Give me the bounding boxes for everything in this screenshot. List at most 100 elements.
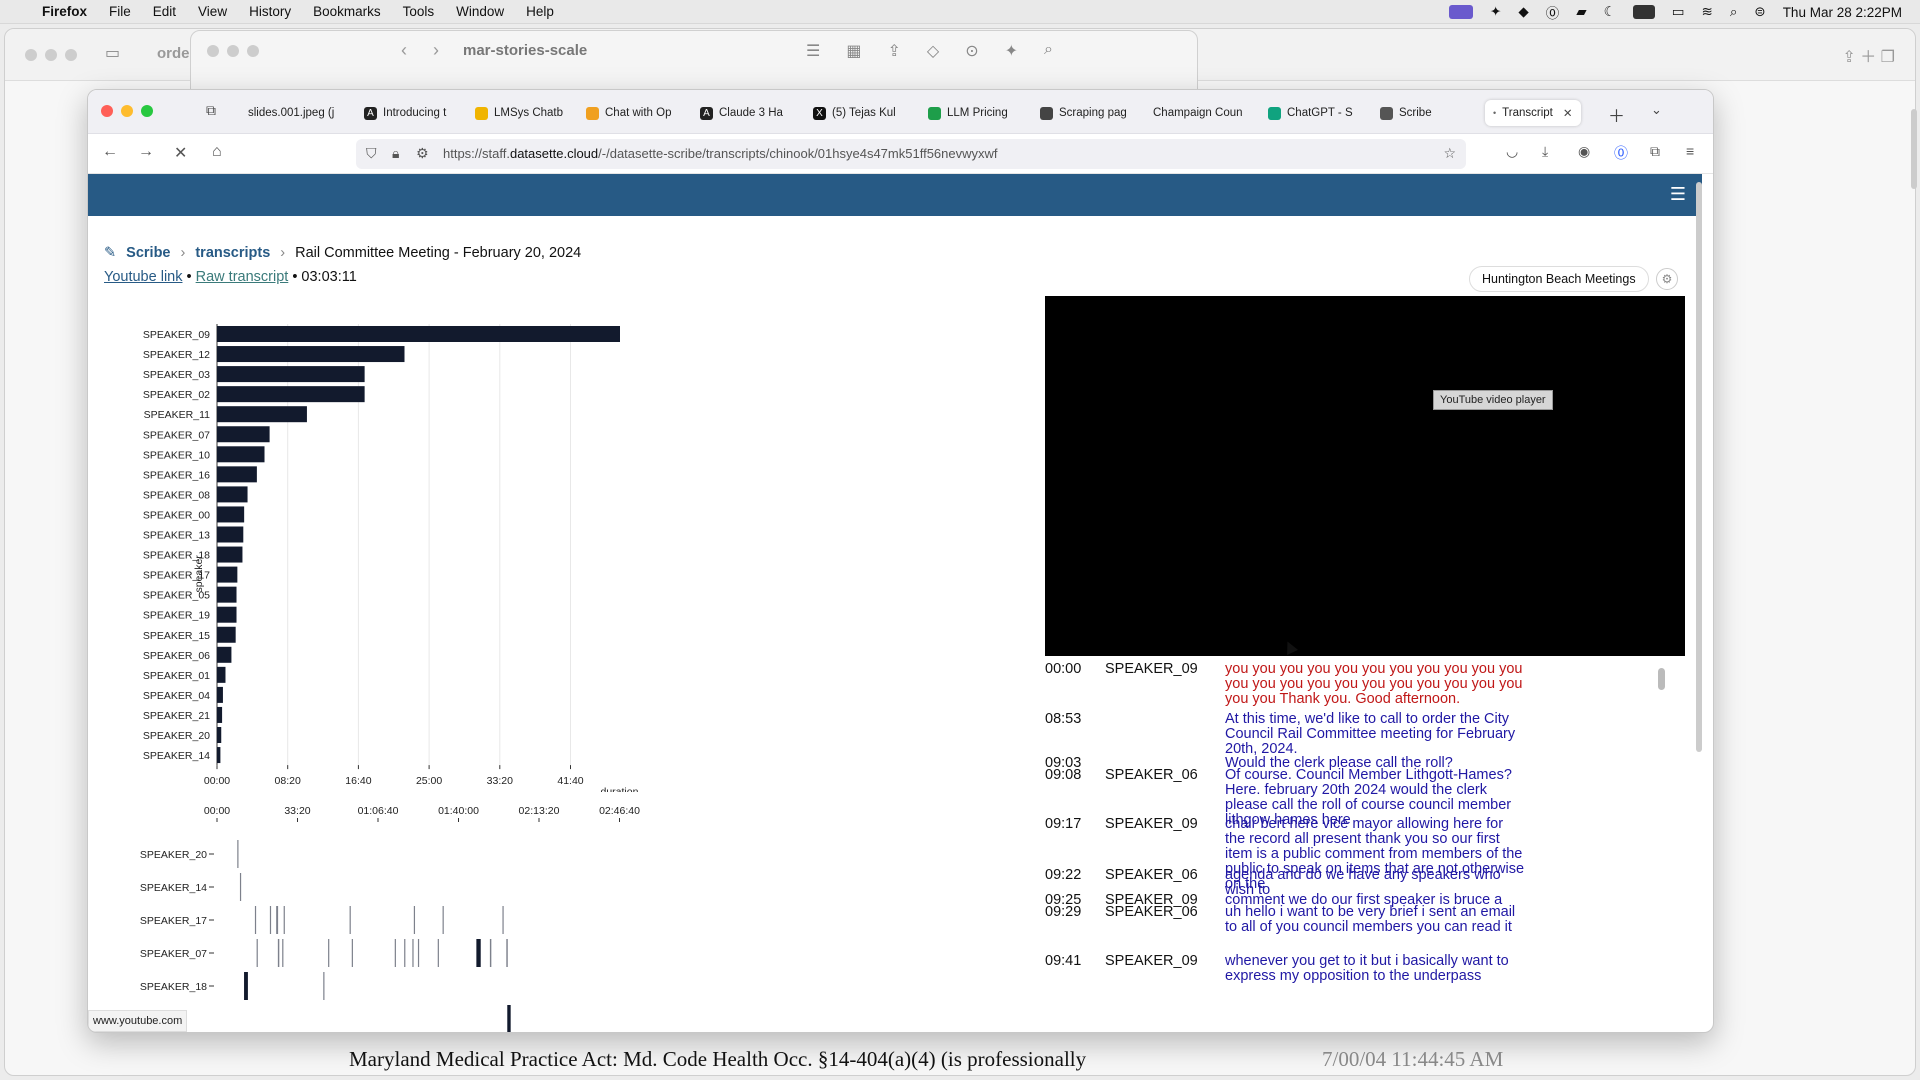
pocket-icon[interactable]: ◡ [1506,143,1518,160]
x-tick-label: 16:40 [345,775,371,787]
bg-minimize-button[interactable] [45,49,57,61]
dropbox-icon[interactable]: ✦ [1005,41,1018,61]
transcript-time[interactable]: 08:53 [1045,712,1105,757]
clock[interactable]: Thu Mar 28 2:22PM [1783,5,1902,20]
permissions-icon[interactable]: ⚙ [416,145,429,162]
tab-transcript[interactable]: • Transcript ✕ [1485,100,1581,126]
menu-app-name[interactable]: Firefox [42,4,87,19]
dropbox-icon[interactable]: ✦ [1490,4,1501,20]
speaker-timeline-chart: 00:00 33:20 01:06:40 01:40:00 02:13:20 02:46:… [140,805,640,1032]
finder-zoom-button[interactable] [247,45,259,57]
tab-llm-pricing[interactable]: LLM Pricing [928,100,1018,126]
control-center-icon[interactable]: ⊜ [1754,4,1765,20]
menu-bookmarks[interactable]: Bookmarks [313,4,381,19]
menu-view[interactable]: View [198,4,227,19]
bookmark-star-icon[interactable]: ☆ [1443,145,1456,162]
close-tab-icon[interactable]: ✕ [1563,106,1573,120]
share-icon[interactable]: ⇪ [887,41,900,61]
raw-transcript-link[interactable]: Raw transcript [196,269,289,285]
transcript-row[interactable]: 09:41 SPEAKER_09 whenever you get to it bu… [1045,954,1665,984]
moon-icon[interactable]: ☾ [1604,4,1616,20]
grid-view-icon[interactable]: ▦ [846,41,861,61]
breadcrumb-scribe-link[interactable]: Scribe [126,245,170,261]
screen-share-icon[interactable] [1449,5,1474,19]
menu-edit[interactable]: Edit [153,4,176,19]
transcript-panel[interactable]: 00:00 SPEAKER_09 you you you you you you y… [1045,662,1685,1032]
youtube-video-player[interactable]: YouTube video player [1045,296,1685,656]
more-icon[interactable]: ⊙ [965,41,978,61]
bg-close-button[interactable] [25,49,37,61]
extensions-icon[interactable]: ⧉ [1650,143,1660,160]
menu-window[interactable]: Window [456,4,504,19]
transcript-row[interactable]: 00:00 SPEAKER_09 you you you you you you y… [1045,662,1665,707]
tab-scribe[interactable]: Scribe [1380,100,1470,126]
y-tick-label: SPEAKER_12 [143,349,210,361]
url-text[interactable]: https://staff.datasette.cloud/-/datasett… [443,146,998,161]
stop-loading-icon[interactable]: ✕ [174,143,187,163]
battery-icon[interactable]: ▭ [1672,4,1685,20]
tab-chat-with[interactable]: Chat with Op [586,100,676,126]
menu-file[interactable]: File [109,4,131,19]
tab-label: LMSys Chatb [494,107,564,119]
downloads-icon[interactable]: ⤓ [1542,143,1548,160]
account-icon[interactable]: ◉ [1578,143,1590,160]
tracking-protection-icon[interactable]: ⛉ [366,145,377,162]
transcript-row[interactable]: 08:53 At this time, we'd like to call to … [1045,712,1665,757]
tab-scraping[interactable]: Scraping pag [1040,100,1130,126]
app-menu-icon[interactable]: ≡ [1686,143,1694,159]
tab-claude[interactable]: A Claude 3 Ha [700,100,790,126]
menu-history[interactable]: History [249,4,291,19]
new-tab-button[interactable]: ＋ [1608,102,1625,127]
transcript-speaker [1105,712,1225,757]
tab-lmsys[interactable]: LMSys Chatb [475,100,565,126]
tab-champaign[interactable]: Champaign Coun [1153,100,1245,126]
finder-minimize-button[interactable] [227,45,239,57]
meetings-badge-button[interactable]: Huntington Beach Meetings [1469,266,1649,292]
finder-search-icon[interactable]: ⌕ [1044,41,1053,61]
bg-scrollbar[interactable] [1911,109,1917,189]
hamburger-menu-icon[interactable]: ☰ [1670,184,1686,205]
wifi-icon[interactable]: ≋ [1702,4,1713,20]
tab-chatgpt[interactable]: ChatGPT - S [1268,100,1358,126]
back-icon[interactable]: ← [102,143,118,161]
transcript-time[interactable]: 09:29 [1045,905,1105,935]
minimize-window-button[interactable] [121,105,133,117]
messages-icon[interactable]: ▰ [1576,4,1586,20]
menu-help[interactable]: Help [526,4,554,19]
finder-close-button[interactable] [207,45,219,57]
tab-tejas[interactable]: X (5) Tejas Kul [813,100,903,126]
transcript-time[interactable]: 09:41 [1045,954,1105,984]
breadcrumb-transcripts-link[interactable]: transcripts [195,245,270,261]
y-tick-label: SPEAKER_14 [140,882,207,894]
list-tabs-icon[interactable]: ⌄ [1651,102,1662,118]
zoom-window-button[interactable] [141,105,153,117]
menu-tools[interactable]: Tools [403,4,435,19]
url-bar[interactable]: ⛉ 🔒︎ ⚙ https://staff.datasette.cloud/-/d… [356,139,1466,169]
settings-gear-icon[interactable]: ⚙ [1656,268,1678,290]
bg-share-icon[interactable]: ⇪ ＋ ❐ [1842,43,1895,67]
extension-icon[interactable]: ◆ [1518,4,1528,20]
transcript-time[interactable]: 00:00 [1045,662,1105,707]
tab-slides[interactable]: slides.001.jpeg (j [248,100,344,126]
tag-icon[interactable]: ◇ [927,41,939,61]
finder-back-icon[interactable]: ‹ [401,40,407,61]
lock-icon[interactable]: 🔒︎ [392,145,399,162]
close-window-button[interactable] [101,105,113,117]
transcript-text: whenever you get to it but i basically w… [1225,953,1509,984]
spotlight-icon[interactable]: ⌕ [1730,4,1738,20]
tab-overview-icon[interactable]: ⧉ [206,102,216,119]
onepassword-icon[interactable]: ⓪ [1546,2,1560,22]
tab-introducing[interactable]: A Introducing t [364,100,454,126]
password-manager-icon[interactable]: ⓪ [1614,143,1628,163]
youtube-link[interactable]: Youtube link [104,269,182,285]
sidebar-icon[interactable]: ▭ [105,43,120,63]
home-icon[interactable]: ⌂ [212,143,222,161]
forward-icon[interactable]: → [138,143,154,161]
page-scrollbar[interactable] [1696,182,1702,752]
finder-forward-icon[interactable]: › [433,40,439,61]
list-view-icon[interactable]: ☰ [806,41,820,61]
y-tick-label: SPEAKER_10 [143,449,210,461]
transcript-row[interactable]: 09:29 SPEAKER_06 uh hello i want to be ver… [1045,905,1665,935]
bg-zoom-button[interactable] [65,49,77,61]
dv-icon[interactable] [1632,5,1655,19]
